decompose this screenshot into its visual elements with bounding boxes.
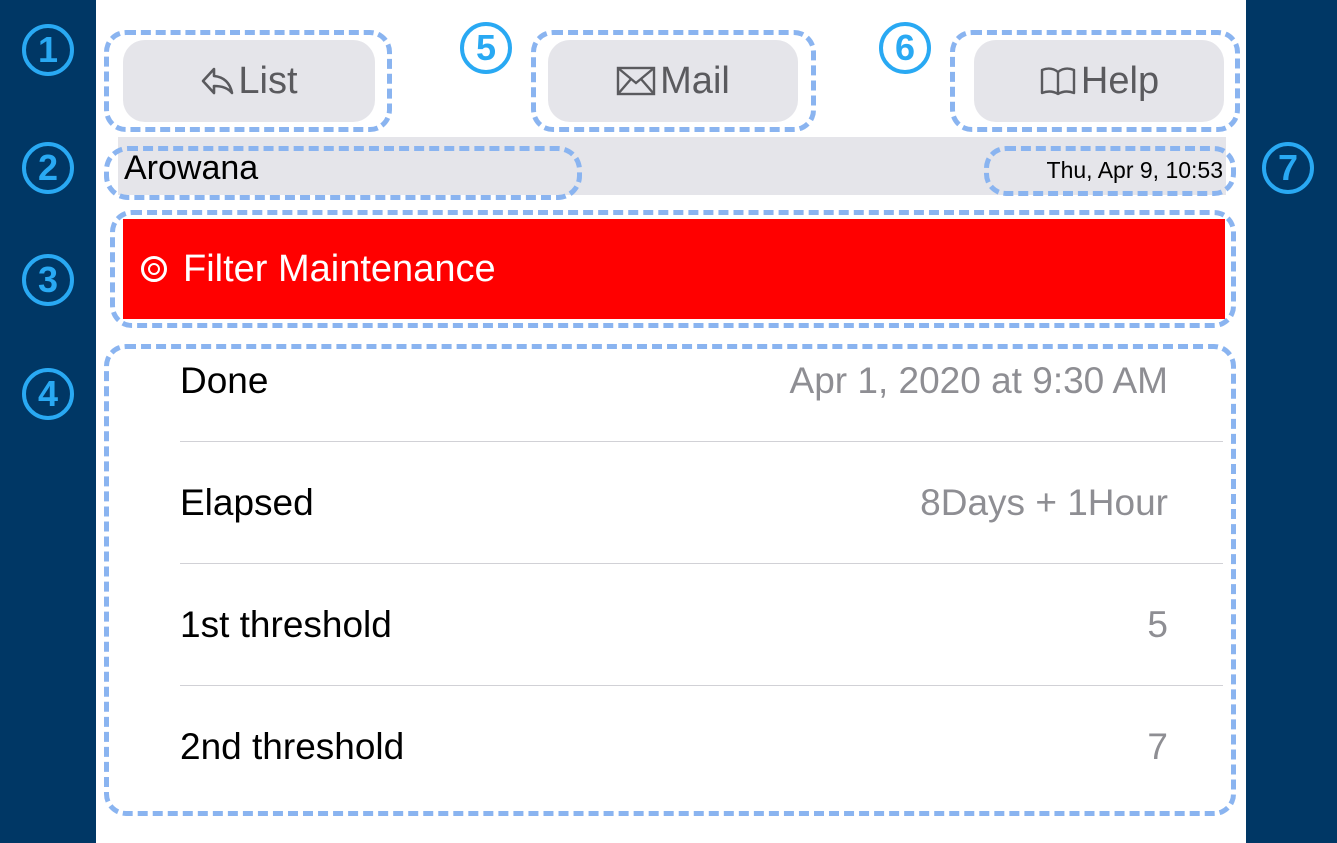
row-label: 2nd threshold	[180, 726, 405, 767]
list-button-label: List	[238, 59, 298, 102]
annotation-badge-6: 6	[879, 22, 931, 74]
current-datetime: Thu, Apr 9, 10:53	[1046, 157, 1223, 183]
row-value: 7	[1147, 726, 1168, 767]
list-button[interactable]: List	[123, 40, 375, 122]
mail-button[interactable]: Mail	[548, 40, 798, 122]
help-button-label: Help	[1080, 59, 1160, 102]
annotation-badge-7: 7	[1262, 142, 1314, 194]
list-item-second-threshold[interactable]: 2nd threshold 7	[180, 686, 1223, 808]
row-value: 8Days + 1Hour	[920, 481, 1168, 523]
annotation-badge-4: 4	[22, 368, 74, 420]
row-value: Apr 1, 2020 at 9:30 AM	[789, 359, 1168, 401]
envelope-icon	[616, 66, 656, 96]
mail-button-label: Mail	[660, 59, 730, 102]
row-label: Done	[180, 359, 269, 401]
book-icon	[1039, 66, 1077, 96]
list-item-elapsed[interactable]: Elapsed 8Days + 1Hour	[180, 442, 1223, 564]
task-banner[interactable]: Filter Maintenance	[123, 219, 1225, 319]
detail-list: Done Apr 1, 2020 at 9:30 AM Elapsed 8Day…	[180, 320, 1223, 808]
row-label: Elapsed	[180, 481, 314, 523]
row-value: 5	[1147, 603, 1168, 645]
row-label: 1st threshold	[180, 603, 392, 645]
annotation-badge-2: 2	[22, 142, 74, 194]
task-title: Filter Maintenance	[183, 247, 496, 290]
item-name: Arowana	[124, 149, 259, 187]
list-item-first-threshold[interactable]: 1st threshold 5	[180, 564, 1223, 686]
annotation-badge-3: 3	[22, 254, 74, 306]
list-item-done[interactable]: Done Apr 1, 2020 at 9:30 AM	[180, 320, 1223, 442]
annotation-badge-1: 1	[22, 24, 74, 76]
annotation-badge-5: 5	[460, 22, 512, 74]
double-circle-icon	[141, 256, 167, 282]
back-arrow-icon	[200, 66, 234, 96]
help-button[interactable]: Help	[974, 40, 1224, 122]
